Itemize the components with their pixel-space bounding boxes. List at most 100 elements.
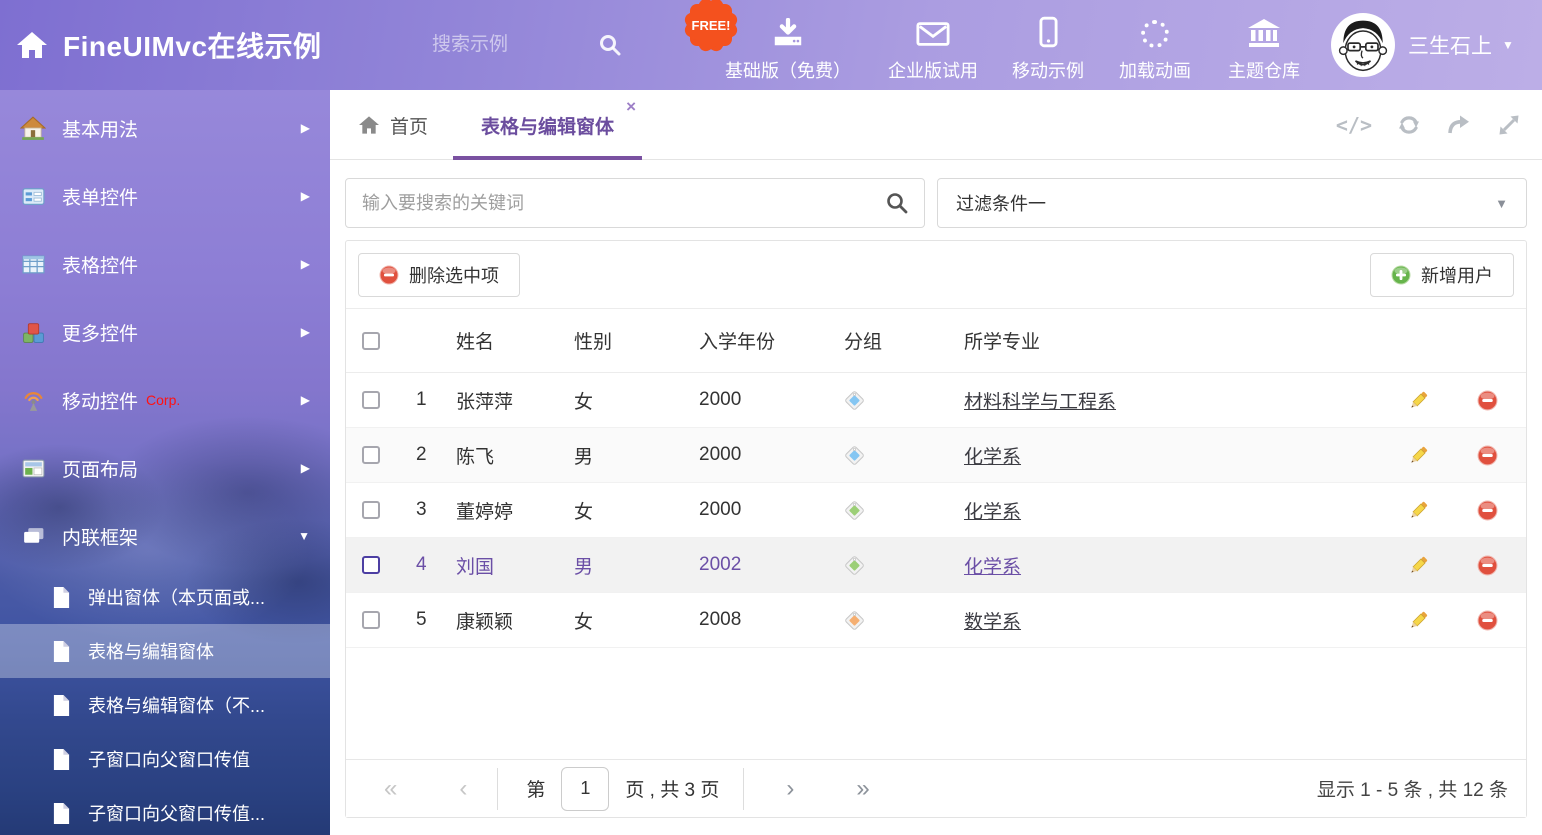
nav-basic-free[interactable]: 基础版（免费） [725, 14, 851, 83]
nav-theme-repo[interactable]: 主题仓库 [1228, 14, 1300, 83]
major-link[interactable]: 化学系 [964, 497, 1021, 524]
cell-gender: 女 [574, 607, 699, 634]
last-page-button[interactable]: » [856, 777, 869, 801]
bank-icon [1247, 14, 1281, 48]
cell-name: 董婷婷 [456, 497, 574, 524]
nav-mobile-demo[interactable]: 移动示例 [1012, 14, 1084, 83]
table-row[interactable]: 4 刘国 男 2002 化学系 [346, 538, 1526, 593]
sidebar-item-grid-controls[interactable]: 表格控件 ▶ [0, 230, 330, 298]
column-header-name[interactable]: 姓名 [456, 327, 574, 354]
sidebar-item-form-controls[interactable]: 表单控件 ▶ [0, 162, 330, 230]
expand-icon[interactable] [1496, 112, 1522, 138]
page-prefix: 第 [526, 775, 545, 802]
refresh-icon[interactable] [1396, 112, 1422, 138]
next-page-button[interactable]: › [786, 777, 794, 801]
chevron-right-icon: ▶ [301, 393, 310, 407]
major-link[interactable]: 数学系 [964, 607, 1021, 634]
major-link[interactable]: 材料科学与工程系 [964, 387, 1116, 414]
sidebar-item-basic-usage[interactable]: 基本用法 ▶ [0, 94, 330, 162]
search-icon[interactable] [598, 33, 622, 57]
chevron-right-icon: ▶ [301, 325, 310, 339]
row-checkbox[interactable] [362, 611, 380, 629]
nav-loading-animation[interactable]: 加载动画 [1119, 14, 1191, 83]
delete-icon[interactable] [1477, 390, 1498, 411]
delete-icon[interactable] [1477, 610, 1498, 631]
column-header-major[interactable]: 所学专业 [964, 327, 1388, 354]
sidebar-item-more-controls[interactable]: 更多控件 ▶ [0, 298, 330, 366]
edit-icon[interactable] [1407, 499, 1430, 522]
sidebar-subitem-child-to-parent-2[interactable]: 子窗口向父窗口传值... [0, 786, 330, 835]
close-icon[interactable]: × [626, 98, 636, 115]
file-icon [52, 748, 71, 771]
chevron-right-icon: ▶ [301, 189, 310, 203]
source-code-icon[interactable]: </> [1336, 113, 1372, 137]
sidebar-item-page-layout[interactable]: 页面布局 ▶ [0, 434, 330, 502]
sidebar-item-iframe[interactable]: 内联框架 ▼ [0, 502, 330, 570]
row-checkbox[interactable] [362, 556, 380, 574]
row-checkbox[interactable] [362, 446, 380, 464]
first-page-button[interactable]: « [384, 777, 397, 801]
table-row[interactable]: 5 康颖颖 女 2008 数学系 [346, 593, 1526, 648]
nav-enterprise-trial[interactable]: 企业版试用 [888, 14, 978, 83]
tab-bar: 首页 表格与编辑窗体 × </> [330, 90, 1542, 160]
column-header-gender[interactable]: 性别 [574, 327, 699, 354]
sidebar-subitem-popup-window[interactable]: 弹出窗体（本页面或... [0, 570, 330, 624]
sidebar-item-label: 更多控件 [62, 319, 138, 346]
avatar[interactable] [1331, 13, 1395, 77]
home-icon [358, 115, 380, 135]
sidebar-subitem-label: 子窗口向父窗口传值... [88, 800, 265, 826]
cell-group [844, 500, 964, 521]
tab-actions: </> [1336, 90, 1522, 160]
sidebar-item-label: 表格控件 [62, 251, 138, 278]
delete-icon[interactable] [1477, 500, 1498, 521]
download-icon [771, 14, 805, 48]
delete-icon[interactable] [1477, 555, 1498, 576]
major-link[interactable]: 化学系 [964, 552, 1021, 579]
record-summary: 显示 1 - 5 条 , 共 12 条 [1317, 775, 1508, 802]
prev-page-button[interactable]: ‹ [459, 777, 467, 801]
sidebar-item-mobile-controls[interactable]: 移动控件 Corp. ▶ [0, 366, 330, 434]
tab-label: 首页 [390, 112, 428, 139]
table-icon [20, 252, 46, 277]
delete-icon[interactable] [1477, 445, 1498, 466]
table-row[interactable]: 1 张萍萍 女 2000 材料科学与工程系 [346, 373, 1526, 428]
major-link[interactable]: 化学系 [964, 442, 1021, 469]
row-number: 3 [416, 499, 456, 521]
header-search-input[interactable] [430, 33, 580, 57]
header-search[interactable] [430, 0, 622, 90]
page-number-input[interactable] [561, 767, 609, 811]
share-icon[interactable] [1446, 112, 1472, 138]
edit-icon[interactable] [1407, 609, 1430, 632]
tab-home[interactable]: 首页 [358, 90, 428, 160]
filter-dropdown[interactable]: 过滤条件一 ▼ [937, 178, 1527, 228]
tab-grid-edit-window[interactable]: 表格与编辑窗体 × [453, 90, 642, 160]
sidebar-subitem-grid-edit-window-2[interactable]: 表格与编辑窗体（不... [0, 678, 330, 732]
row-checkbox[interactable] [362, 501, 380, 519]
keyword-search-input[interactable] [346, 193, 870, 214]
select-all-checkbox[interactable] [362, 332, 380, 350]
cell-gender: 女 [574, 497, 699, 524]
tag-icon [844, 500, 865, 521]
edit-icon[interactable] [1407, 444, 1430, 467]
cell-group [844, 555, 964, 576]
column-header-year[interactable]: 入学年份 [699, 327, 844, 354]
edit-icon[interactable] [1407, 389, 1430, 412]
cell-name: 康颖颖 [456, 607, 574, 634]
column-header-group[interactable]: 分组 [844, 327, 964, 354]
table-row[interactable]: 3 董婷婷 女 2000 化学系 [346, 483, 1526, 538]
home-icon [16, 30, 48, 60]
row-checkbox[interactable] [362, 391, 380, 409]
table-header: 姓名 性别 入学年份 分组 所学专业 [346, 309, 1526, 373]
sidebar-subitem-label: 表格与编辑窗体（不... [88, 692, 265, 718]
plus-circle-icon [1391, 265, 1411, 285]
sidebar-subitem-grid-edit-window[interactable]: 表格与编辑窗体 [0, 624, 330, 678]
table-row[interactable]: 2 陈飞 男 2000 化学系 [346, 428, 1526, 483]
delete-selected-button[interactable]: 删除选中项 [358, 253, 520, 297]
brand[interactable]: FineUIMvc在线示例 [16, 0, 322, 90]
user-menu[interactable]: 三生石上 ▼ [1408, 0, 1514, 90]
edit-icon[interactable] [1407, 554, 1430, 577]
sidebar-subitem-child-to-parent[interactable]: 子窗口向父窗口传值 [0, 732, 330, 786]
search-icon[interactable] [870, 179, 924, 227]
add-user-button[interactable]: 新增用户 [1370, 253, 1514, 297]
chevron-down-icon: ▼ [1495, 196, 1508, 211]
